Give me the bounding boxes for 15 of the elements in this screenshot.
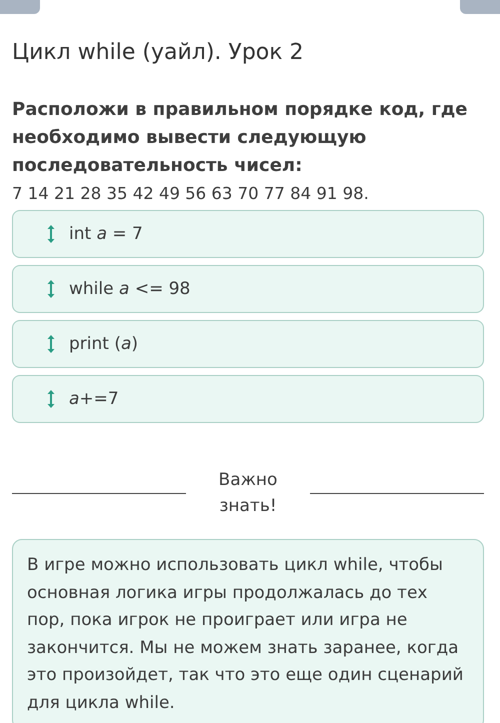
question-text: Расположи в правильном порядке код, где необходимо вывести следующую последовательность чисел: (12, 98, 468, 178)
vertical-arrow-icon (47, 389, 55, 409)
section-heading: Важно знать! (218, 469, 278, 518)
draggable-code-item[interactable]: print (a) (12, 320, 484, 368)
number-sequence: 7 14 21 28 35 42 49 56 63 70 77 84 91 98. (12, 183, 370, 205)
draggable-code-item[interactable]: while a <= 98 (12, 265, 484, 313)
vertical-arrow-icon (47, 224, 55, 244)
lesson-title: Цикл while (уайл). Урок 2 (12, 39, 305, 67)
vertical-arrow-icon (47, 279, 55, 299)
draggable-code-item[interactable]: a+=7 (12, 375, 484, 423)
nav-button[interactable] (0, 0, 40, 14)
vertical-arrow-icon (47, 334, 55, 354)
draggable-code-item[interactable]: int a = 7 (12, 210, 484, 258)
info-card: В игре можно использовать цикл while, чтобы основная логика игры продолжалась до тех пор, пока игрок не проиграет или игра не закончится. Мы не можем знать заранее, когда это произойдет, так что это еще один сценарий для цикла while. (12, 539, 484, 723)
nav-button[interactable] (460, 0, 500, 14)
